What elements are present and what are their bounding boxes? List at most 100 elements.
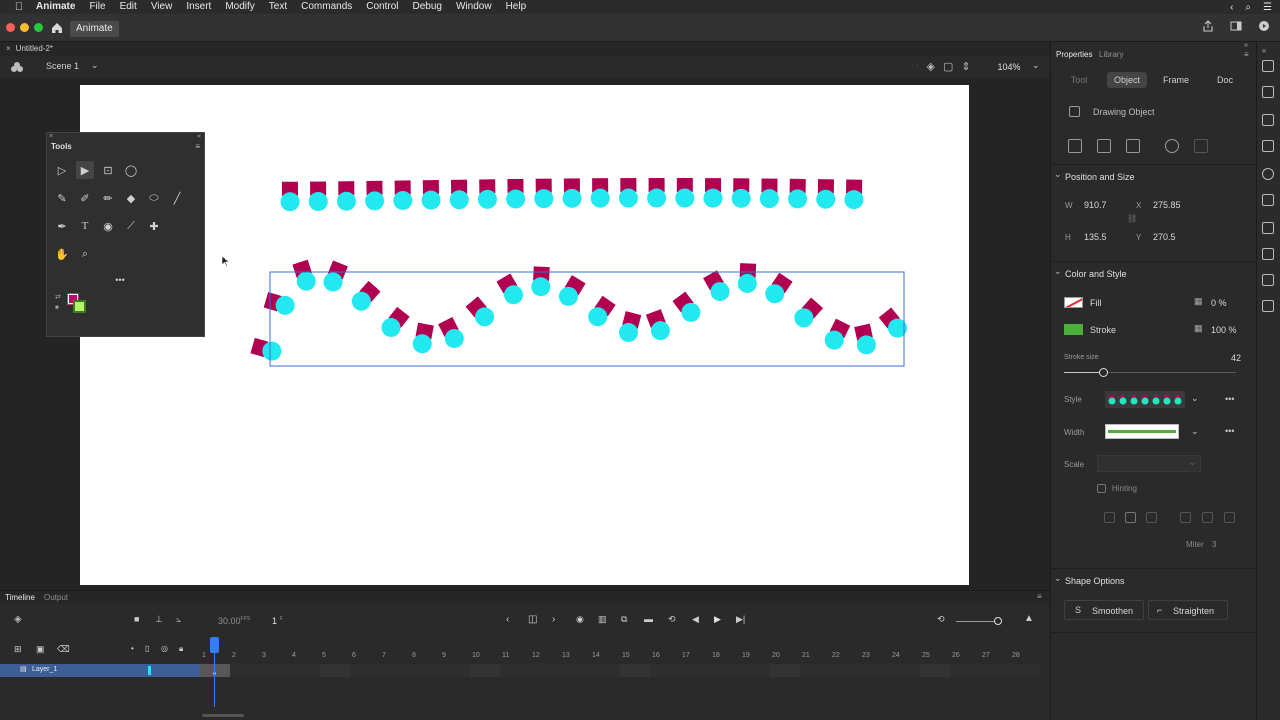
expand-panels-icon[interactable]: « bbox=[1262, 46, 1274, 58]
y-field[interactable]: 270.5 bbox=[1153, 232, 1176, 242]
paint-bucket-tool-icon[interactable]: ◉ bbox=[99, 217, 117, 235]
lock-icon[interactable]: 🔒︎ bbox=[179, 644, 183, 654]
paint-brush-tool-icon[interactable]: ✎ bbox=[53, 189, 71, 207]
code-snippets-icon[interactable] bbox=[1262, 300, 1274, 312]
frame-ruler[interactable]: 1 2 3 4 5 6 7 8 9 10 11 12 13 14 15 16 17 18 19 20 21 22 23 24 2… bbox=[200, 652, 1040, 664]
timeline-scrollbar[interactable] bbox=[202, 714, 244, 717]
align-icon[interactable] bbox=[1068, 139, 1082, 153]
menu-help[interactable]: Help bbox=[499, 0, 534, 14]
edit-object-icon[interactable] bbox=[1194, 139, 1208, 153]
zoom-dropdown-icon[interactable]: ⌄ bbox=[1032, 60, 1040, 71]
stroke-swatch[interactable] bbox=[1064, 324, 1083, 335]
menu-file[interactable]: File bbox=[82, 0, 112, 14]
width-profile-select[interactable] bbox=[1105, 424, 1179, 439]
zoom-field[interactable]: 104% bbox=[990, 59, 1028, 75]
menu-insert[interactable]: Insert bbox=[179, 0, 218, 14]
subtab-doc[interactable]: Doc bbox=[1215, 72, 1235, 88]
prev-keyframe-icon[interactable]: ‹ bbox=[506, 614, 509, 625]
zoom-stepper-icon[interactable]: ⇕ bbox=[961, 60, 970, 73]
motion-presets-icon[interactable] bbox=[1262, 222, 1274, 234]
create-tween-icon[interactable]: ⧉ bbox=[621, 614, 627, 625]
cap-round-icon[interactable] bbox=[1125, 512, 1136, 523]
eraser-tool-icon[interactable]: ◆ bbox=[122, 189, 140, 207]
line-tool-icon[interactable]: ╱ bbox=[168, 189, 186, 207]
close-panel-icon[interactable]: × bbox=[49, 133, 53, 140]
link-dimensions-icon[interactable]: ⛓ bbox=[1127, 214, 1137, 223]
subtab-frame[interactable]: Frame bbox=[1159, 72, 1193, 88]
more-tools-icon[interactable]: ••• bbox=[111, 271, 129, 289]
fps-field[interactable]: 30.00FPS bbox=[218, 616, 250, 626]
stroke-size-slider[interactable] bbox=[1099, 368, 1108, 377]
library-panel-icon[interactable] bbox=[1262, 86, 1274, 98]
pin-tool-icon[interactable]: ✚ bbox=[145, 217, 163, 235]
tween-options-icon[interactable]: ▬ bbox=[644, 614, 653, 624]
minimize-window-button[interactable] bbox=[20, 23, 29, 32]
swap-colors-icon[interactable]: ⇄ bbox=[55, 293, 63, 301]
snap-icon[interactable]: ◌ bbox=[912, 60, 919, 73]
hinting-checkbox[interactable] bbox=[1097, 484, 1106, 493]
style-options-icon[interactable]: ••• bbox=[1225, 394, 1234, 404]
convert-symbol-icon[interactable] bbox=[1097, 139, 1111, 153]
panel-menu-icon[interactable]: ≡ bbox=[1244, 50, 1249, 59]
assets-panel-icon[interactable] bbox=[1262, 248, 1274, 260]
search-icon[interactable]: ⌕ bbox=[1245, 2, 1251, 13]
distribute-icon[interactable] bbox=[1126, 139, 1140, 153]
zoom-window-button[interactable] bbox=[34, 23, 43, 32]
keyframe-span[interactable] bbox=[200, 664, 230, 677]
menu-debug[interactable]: Debug bbox=[406, 0, 449, 14]
oval-tool-icon[interactable]: ⬭ bbox=[145, 189, 163, 207]
layer-name[interactable]: Layer_1 bbox=[32, 666, 57, 673]
step-forward-icon[interactable]: ▶| bbox=[736, 614, 745, 625]
loop-icon[interactable]: ⟲ bbox=[668, 614, 676, 625]
x-field[interactable]: 275.85 bbox=[1153, 200, 1181, 210]
playhead[interactable] bbox=[210, 637, 219, 653]
menu-modify[interactable]: Modify bbox=[218, 0, 261, 14]
tab-properties[interactable]: Properties bbox=[1056, 50, 1092, 59]
components-panel-icon[interactable] bbox=[1262, 274, 1274, 286]
align-panel-icon[interactable] bbox=[1262, 140, 1274, 152]
chevron-down-icon[interactable]: ⌄ bbox=[91, 60, 99, 71]
width-options-icon[interactable]: ••• bbox=[1225, 426, 1234, 436]
pencil-tool-icon[interactable]: ✏ bbox=[99, 189, 117, 207]
straighten-button[interactable]: ⌐ Straighten bbox=[1148, 600, 1228, 620]
section-color-style[interactable]: Color and Style bbox=[1054, 266, 1126, 279]
timeline-menu-icon[interactable]: ≡ bbox=[1037, 592, 1042, 601]
join-round-icon[interactable] bbox=[1202, 512, 1213, 523]
next-keyframe-icon[interactable]: › bbox=[552, 614, 555, 625]
highlight-icon[interactable]: • bbox=[131, 644, 134, 653]
panel-menu-icon[interactable]: ≡ bbox=[195, 142, 200, 151]
style-dropdown-icon[interactable]: ⌄ bbox=[1191, 393, 1199, 404]
fill-color-swatch[interactable] bbox=[73, 300, 86, 313]
share-icon[interactable] bbox=[1202, 20, 1214, 32]
menu-view[interactable]: View bbox=[144, 0, 180, 14]
document-tab[interactable]: × Untitled-2* bbox=[4, 42, 53, 56]
info-panel-icon[interactable] bbox=[1262, 168, 1274, 180]
insert-keyframe-icon[interactable]: ◫ bbox=[528, 614, 537, 625]
onion-skin-icon[interactable]: ◉ bbox=[576, 614, 584, 625]
subtab-tool[interactable]: Tool bbox=[1069, 72, 1089, 88]
stroke-size-value[interactable]: 42 bbox=[1231, 353, 1241, 363]
outline-icon[interactable]: ▯ bbox=[145, 644, 149, 653]
chevron-left-icon[interactable]: ‹ bbox=[1230, 2, 1233, 13]
cap-square-icon[interactable] bbox=[1146, 512, 1157, 523]
camera-icon[interactable]: ■ bbox=[134, 614, 139, 624]
close-window-button[interactable] bbox=[6, 23, 15, 32]
tab-library[interactable]: Library bbox=[1099, 50, 1123, 59]
miter-value[interactable]: 3 bbox=[1212, 540, 1216, 549]
control-center-icon[interactable]: ☰ bbox=[1263, 2, 1272, 13]
section-position-size[interactable]: Position and Size bbox=[1054, 169, 1134, 182]
collapse-panel-icon[interactable]: « bbox=[197, 133, 201, 140]
layer-row[interactable]: ▤ Layer_1 bbox=[0, 664, 200, 677]
play-icon[interactable]: ▶ bbox=[714, 614, 721, 625]
collapse-panel-icon[interactable]: » bbox=[1244, 42, 1248, 49]
color-panel-icon[interactable] bbox=[1262, 194, 1274, 206]
lasso-tool-icon[interactable]: ◯ bbox=[122, 161, 140, 179]
join-bevel-icon[interactable] bbox=[1224, 512, 1235, 523]
timeline-size-icon[interactable]: ▲ bbox=[1024, 613, 1034, 624]
subtab-object[interactable]: Object bbox=[1107, 72, 1147, 88]
frames-row[interactable] bbox=[200, 664, 1040, 677]
menu-app[interactable]: Animate bbox=[30, 0, 82, 14]
default-colors-icon[interactable]: ■ bbox=[55, 305, 59, 311]
eyedropper-tool-icon[interactable]: ⟋ bbox=[122, 217, 140, 235]
tab-timeline[interactable]: Timeline bbox=[5, 593, 35, 602]
